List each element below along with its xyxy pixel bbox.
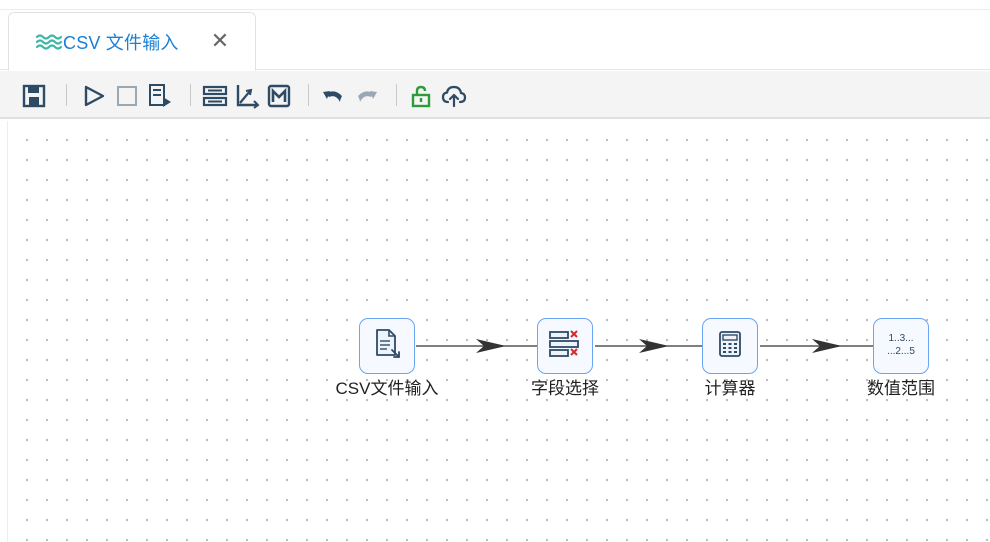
toolbar [0,71,990,119]
toolbar-separator [190,84,191,106]
tab-bar: CSV 文件输入 ✕ [0,10,990,71]
node-calculator[interactable] [702,318,758,374]
redo-icon[interactable] [354,83,380,109]
run-icon[interactable] [81,83,107,109]
m-icon[interactable] [266,83,292,109]
close-icon[interactable]: ✕ [209,30,231,52]
save-icon[interactable] [21,83,47,109]
left-gutter [0,121,8,542]
number-range-icon-text-1: 1..3... [888,333,913,344]
upload-cloud-icon[interactable] [441,83,467,109]
toolbar-separator [396,84,397,106]
node-csv-input[interactable] [359,318,415,374]
stop-icon[interactable] [114,83,140,109]
node-label: 数值范围 [867,379,935,398]
number-range-icon: 1..3... ...2...5 [879,328,923,365]
undo-icon[interactable] [320,83,346,109]
window-top-strip [0,0,990,10]
node-number-range[interactable]: 1..3... ...2...5 [873,318,929,374]
waves-icon [35,31,63,53]
unlock-icon[interactable] [408,83,434,109]
axis-icon[interactable] [234,83,260,109]
number-range-icon-text-2: ...2...5 [887,346,915,357]
align-icon[interactable] [202,83,228,109]
tab-csv-input[interactable]: CSV 文件输入 ✕ [8,12,256,71]
node-label: 计算器 [704,379,756,398]
calculator-icon [717,330,743,363]
file-import-icon [372,328,402,365]
preview-icon[interactable] [147,83,173,109]
toolbar-separator [308,84,309,106]
node-label: 字段选择 [531,379,599,398]
tab-label: CSV 文件输入 [63,32,179,53]
field-select-icon [548,329,582,364]
flow-links [416,339,873,353]
node-label: CSV文件输入 [335,379,439,398]
node-field-select[interactable] [537,318,593,374]
flow-canvas[interactable]: CSV文件输入 字段选择 计算器 1..3... ...2...5 数值范围 [8,121,990,542]
toolbar-separator [66,84,67,106]
